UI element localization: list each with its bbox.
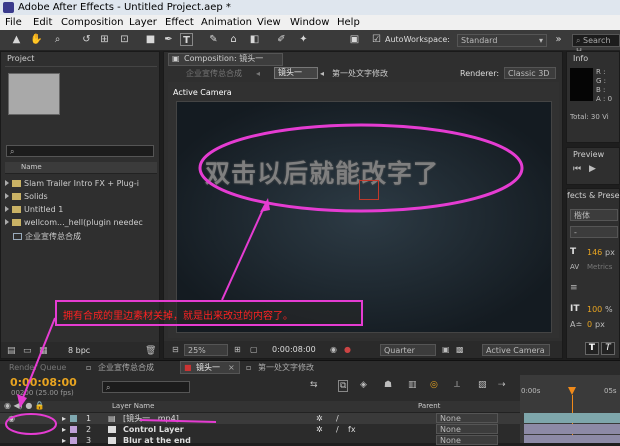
annotation-underline xyxy=(139,419,217,423)
annotation-arrowhead-down xyxy=(17,394,27,408)
annotation-arrowhead-up xyxy=(260,198,270,212)
annotation-overlay xyxy=(5,123,524,435)
annotation-ellipse-canvas xyxy=(198,123,524,213)
annotation-ellipse-layer xyxy=(5,413,57,435)
annotation-box: 拥有合成的里边素材关掉，就是出来改过的内容了。 xyxy=(55,300,363,326)
annotation-text: 拥有合成的里边素材关掉，就是出来改过的内容了。 xyxy=(63,311,293,322)
annotation-arrow-down xyxy=(21,317,56,401)
annotation-arrow-up xyxy=(221,204,266,301)
